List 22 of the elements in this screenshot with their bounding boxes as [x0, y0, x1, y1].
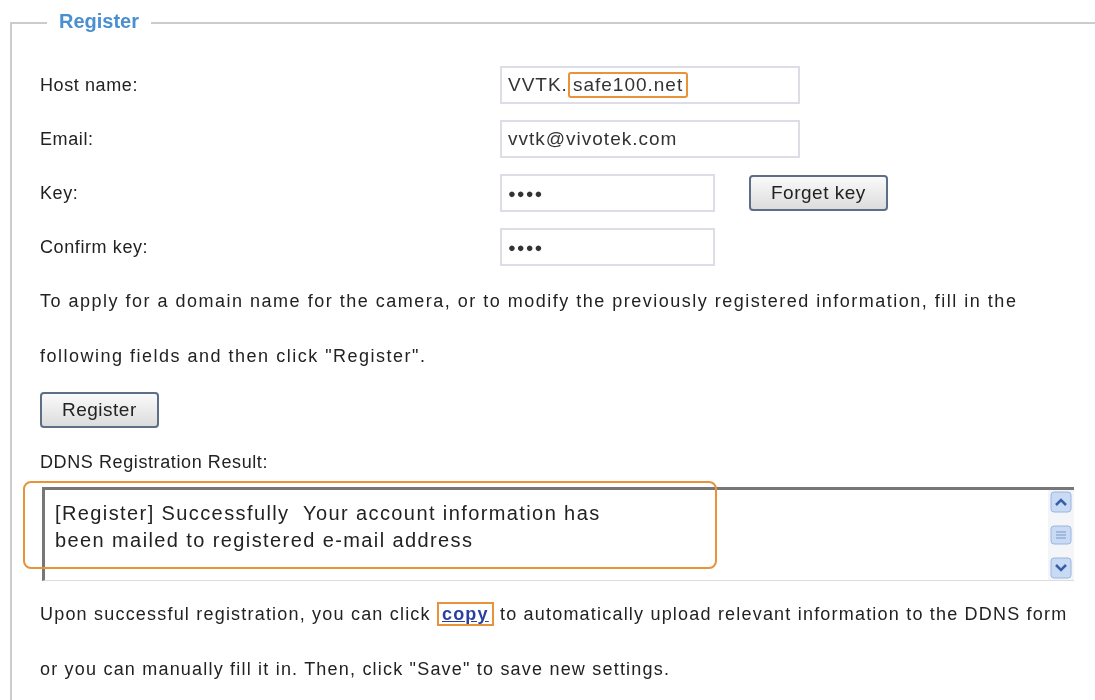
result-label: DDNS Registration Result:: [40, 452, 270, 473]
scrollbar[interactable]: [1048, 490, 1074, 580]
field-label: Confirm key:: [40, 236, 150, 258]
section-title: Register: [47, 10, 152, 33]
instructions-text: To apply for a domain name for the camera, or to modify the previously registered information, fill in the following fields and then click "Register".: [40, 290, 1019, 368]
password-field[interactable]: ●●●●: [500, 174, 715, 212]
result-text: [Register] Successfully Your account information has been mailed to registered e-mail address: [54, 501, 602, 553]
forget-key-button[interactable]: Forget key: [749, 175, 888, 211]
field-value-prefix: VVTK.: [508, 74, 568, 96]
register-button[interactable]: Register: [40, 392, 159, 428]
field-label: Host name:: [40, 74, 140, 96]
field-label: Key:: [40, 182, 80, 204]
scroll-up-icon[interactable]: [1048, 490, 1074, 514]
input-field[interactable]: vvtk@vivotek.com: [500, 120, 800, 158]
copy-link[interactable]: copy: [436, 602, 494, 626]
input-field[interactable]: VVTK. safe100.net: [500, 66, 800, 104]
password-field[interactable]: ●●●●: [500, 228, 715, 266]
scroll-down-icon[interactable]: [1048, 556, 1074, 580]
scroll-thumb-icon[interactable]: [1048, 525, 1074, 545]
highlighted-value: safe100.net: [567, 72, 689, 98]
footer-text: Upon successful registration, you can click copy to automatically upload relevant information to the DDNS form or you can manually fill it in. Then, click "Save" to save new settings.: [40, 601, 1069, 681]
field-label: Email:: [40, 128, 95, 150]
